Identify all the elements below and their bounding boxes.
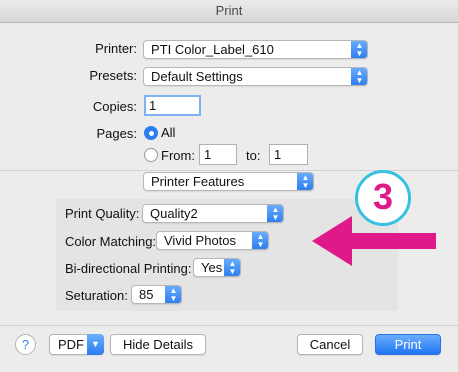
printer-label: Printer: xyxy=(95,41,137,56)
color-matching-label: Color Matching: xyxy=(65,234,157,249)
saturation-popup[interactable]: 85 ▲ ▼ xyxy=(131,285,182,304)
pages-all-radio[interactable] xyxy=(144,126,158,140)
saturation-value: 85 xyxy=(139,287,154,302)
print-button[interactable]: Print xyxy=(375,334,441,355)
color-matching-value: Vivid Photos xyxy=(164,233,237,248)
pages-to-field[interactable]: 1 xyxy=(269,144,308,165)
pages-to-label: to: xyxy=(246,148,261,163)
help-button[interactable]: ? xyxy=(15,334,36,355)
up-down-chevron-icon: ▲ ▼ xyxy=(297,173,313,190)
pages-from-radio[interactable] xyxy=(144,148,158,162)
annotation-arrow xyxy=(312,216,436,266)
hide-details-button[interactable]: Hide Details xyxy=(110,334,206,355)
window-titlebar: Print xyxy=(0,0,458,23)
pages-from-label: From: xyxy=(161,148,195,163)
pdf-menu-button[interactable]: PDF ▼ xyxy=(49,334,104,355)
presets-label: Presets: xyxy=(89,68,137,83)
pages-all-label: All xyxy=(161,125,176,140)
cancel-button[interactable]: Cancel xyxy=(297,334,363,355)
step-number: 3 xyxy=(372,176,394,217)
up-down-chevron-icon: ▲ ▼ xyxy=(224,259,240,276)
print-quality-popup[interactable]: Quality2 ▲ ▼ xyxy=(142,204,284,223)
pages-from-field[interactable]: 1 xyxy=(199,144,237,165)
bidirectional-label: Bi-directional Printing: xyxy=(65,261,192,276)
up-down-chevron-icon: ▲ ▼ xyxy=(252,232,268,249)
saturation-label: Seturation: xyxy=(65,288,128,303)
chevron-down-icon: ▼ xyxy=(87,334,104,355)
window-title: Print xyxy=(215,3,243,18)
color-matching-popup[interactable]: Vivid Photos ▲ ▼ xyxy=(156,231,269,250)
section-popup[interactable]: Printer Features ▲ ▼ xyxy=(143,172,314,191)
footer-divider xyxy=(0,325,458,326)
up-down-chevron-icon: ▲ ▼ xyxy=(351,41,367,58)
print-quality-value: Quality2 xyxy=(150,206,198,221)
bidirectional-value: Yes xyxy=(201,260,223,275)
copies-label: Copies: xyxy=(92,99,137,114)
printer-value: PTI Color_Label_610 xyxy=(151,42,274,57)
up-down-chevron-icon: ▲ ▼ xyxy=(165,286,181,303)
section-value: Printer Features xyxy=(151,174,245,189)
printer-popup[interactable]: PTI Color_Label_610 ▲ ▼ xyxy=(143,40,368,59)
presets-value: Default Settings xyxy=(151,69,243,84)
copies-field[interactable]: 1 xyxy=(144,95,201,116)
up-down-chevron-icon: ▲ ▼ xyxy=(351,68,367,85)
annotation-arrow-shape xyxy=(312,216,436,266)
question-mark-icon: ? xyxy=(21,337,30,352)
up-down-chevron-icon: ▲ ▼ xyxy=(267,205,283,222)
pdf-label: PDF xyxy=(58,337,84,352)
print-quality-label: Print Quality: xyxy=(65,206,140,221)
presets-popup[interactable]: Default Settings ▲ ▼ xyxy=(143,67,368,86)
bidirectional-popup[interactable]: Yes ▲ ▼ xyxy=(193,258,241,277)
pages-label: Pages: xyxy=(96,126,137,141)
